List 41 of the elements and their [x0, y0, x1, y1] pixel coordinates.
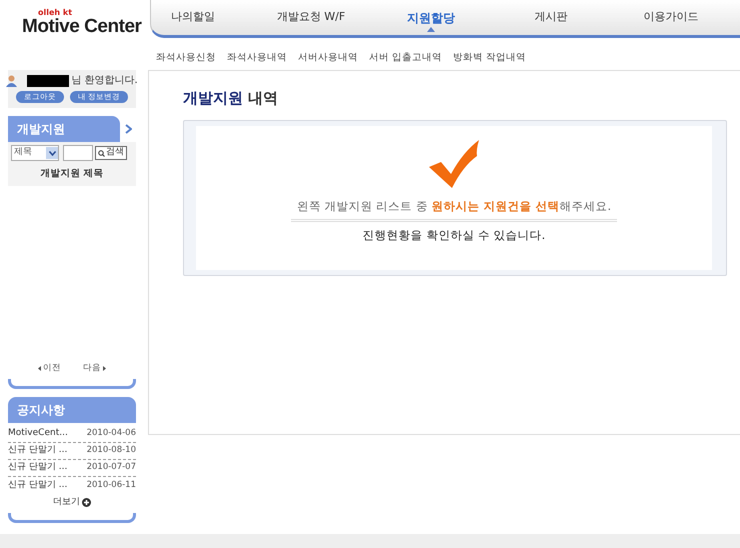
- logo-brand: olleh kt: [37, 8, 74, 17]
- column-header: 개발지원 제목: [39, 167, 105, 181]
- notice-date: 2010-07-07: [86, 461, 136, 474]
- triangle-right-icon: [103, 366, 106, 371]
- triangle-left-icon: [38, 366, 41, 371]
- nav-tab[interactable]: 나의할일: [171, 9, 251, 26]
- logo-title: Motive Center: [22, 17, 143, 37]
- subnav-link[interactable]: 좌석사용내역: [227, 50, 287, 66]
- nav-tab[interactable]: 이용가이드: [611, 9, 731, 26]
- caret-icon: [427, 26, 435, 32]
- user-icon: [6, 74, 18, 86]
- notice-title[interactable]: 신규 단말기 ...: [8, 444, 68, 458]
- subnav-link[interactable]: 서버사용내역: [298, 50, 358, 66]
- panel-title: 공지사항: [17, 402, 65, 419]
- notice-date: 2010-06-11: [86, 478, 136, 492]
- notice-title[interactable]: 신규 단말기 ...: [8, 478, 68, 492]
- notice-title[interactable]: 신규 단말기 ...: [8, 461, 68, 474]
- previous-link[interactable]: 이전: [38, 362, 61, 375]
- redacted-name-block: [27, 74, 70, 86]
- notice-title[interactable]: MotiveCent...: [8, 427, 68, 440]
- plus-circle-icon: [82, 498, 91, 507]
- nav-tab[interactable]: 개발요청 W/F: [251, 9, 371, 26]
- greeting-text: 님 환영합니다.: [71, 74, 138, 88]
- chevron-right-icon[interactable]: [125, 124, 132, 134]
- status-text: 진행현황을 확인하실 수 있습니다.: [362, 226, 546, 244]
- subnav-link[interactable]: 좌석사용신청: [156, 50, 216, 66]
- notice-date: 2010-04-06: [86, 427, 136, 440]
- search-button[interactable]: 검색: [95, 146, 127, 160]
- page-title: 개발지원 내역: [183, 88, 280, 109]
- notice-date: 2010-08-10: [86, 444, 136, 458]
- search-icon: [98, 150, 105, 156]
- search-input[interactable]: [63, 145, 93, 161]
- next-link[interactable]: 다음: [83, 362, 106, 375]
- panel-title: 개발지원: [17, 121, 65, 138]
- title-select[interactable]: 제목: [11, 145, 59, 161]
- more-link[interactable]: 더보기: [53, 496, 91, 510]
- nav-tab[interactable]: 게시판: [491, 9, 611, 26]
- nav-tab[interactable]: 지원할당: [371, 8, 491, 26]
- subnav-link[interactable]: 방화벽 작업내역: [453, 50, 526, 66]
- instruction-text: 왼쪽 개발지원 리스트 중 원하시는 지원건을 선택해주세요.: [296, 198, 612, 214]
- subnav-link[interactable]: 서버 입출고내역: [369, 50, 442, 66]
